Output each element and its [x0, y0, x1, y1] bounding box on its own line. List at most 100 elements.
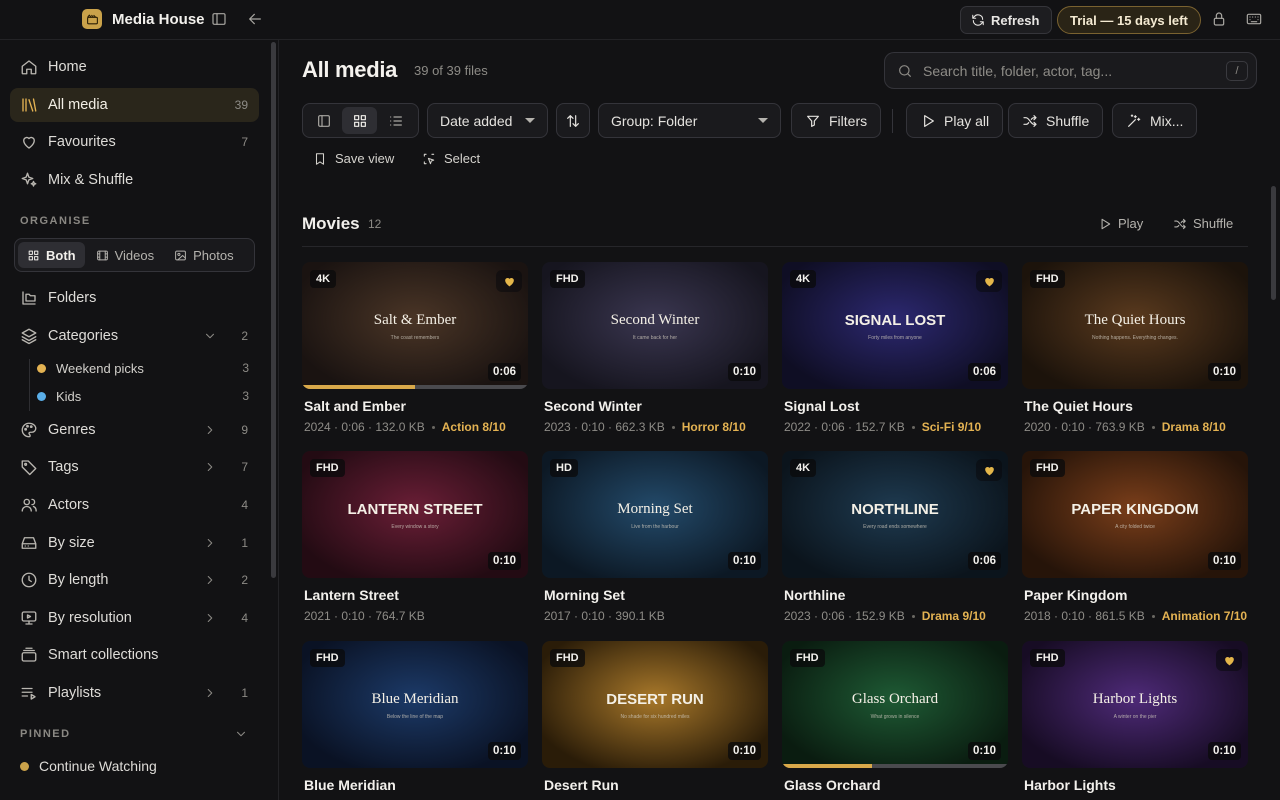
- sidebar-item-by-resolution[interactable]: By resolution 4: [10, 601, 259, 635]
- view-list-button[interactable]: [378, 107, 413, 134]
- group-shuffle-button[interactable]: Shuffle: [1173, 216, 1233, 231]
- media-thumbnail[interactable]: Blue Meridian Below the line of the map FH…: [302, 641, 528, 768]
- palette-icon: [19, 420, 39, 440]
- save-view-button[interactable]: Save view: [313, 151, 394, 166]
- favourite-heart-icon[interactable]: [976, 270, 1002, 292]
- sidebar-scrollbar[interactable]: [271, 42, 276, 578]
- media-title[interactable]: Salt and Ember: [304, 398, 528, 414]
- media-thumbnail[interactable]: DESERT RUN No shade for six hundred miles…: [542, 641, 768, 768]
- keyboard-icon[interactable]: [1246, 11, 1262, 27]
- sidebar-item-smart-collections[interactable]: Smart collections: [10, 638, 259, 672]
- media-card[interactable]: NORTHLINE Every road ends somewhere 4K 0:06…: [782, 451, 1008, 623]
- search-input[interactable]: [923, 62, 1223, 79]
- sort-direction-button[interactable]: [556, 103, 590, 138]
- media-thumbnail[interactable]: Morning Set Live from the harbour HD 0:10: [542, 451, 768, 578]
- sort-select[interactable]: Date added: [427, 103, 548, 138]
- media-card[interactable]: Salt & Ember The coast remembers 4K 0:06 Sal…: [302, 262, 528, 434]
- sidebar-item-actors[interactable]: Actors 4: [10, 488, 259, 522]
- trial-badge-button[interactable]: Trial — 15 days left: [1057, 6, 1201, 34]
- media-card[interactable]: Blue Meridian Below the line of the map FH…: [302, 641, 528, 793]
- pinned-item-continue-watching[interactable]: Continue Watching: [20, 758, 157, 774]
- media-thumbnail[interactable]: Salt & Ember The coast remembers 4K 0:06: [302, 262, 528, 389]
- media-type-videos[interactable]: Videos: [87, 242, 164, 268]
- media-title[interactable]: The Quiet Hours: [1024, 398, 1248, 414]
- media-title[interactable]: Second Winter: [544, 398, 768, 414]
- chevron-right-icon[interactable]: [200, 533, 220, 553]
- category-item-kids[interactable]: Kids 3: [28, 383, 259, 409]
- media-type-both[interactable]: Both: [18, 242, 85, 268]
- media-title[interactable]: Northline: [784, 587, 1008, 603]
- media-card[interactable]: Harbor Lights A winter on the pier FHD 0:10…: [1022, 641, 1248, 793]
- media-title[interactable]: Lantern Street: [304, 587, 528, 603]
- toggle-sidebar-icon[interactable]: [211, 11, 227, 27]
- mix-button[interactable]: Mix...: [1112, 103, 1198, 138]
- media-card[interactable]: LANTERN STREET Every window a story FHD 0:1…: [302, 451, 528, 623]
- group-play-button[interactable]: Play: [1098, 216, 1143, 231]
- sidebar-item-categories[interactable]: Categories 2: [10, 319, 259, 353]
- chevron-down-icon[interactable]: [200, 326, 220, 346]
- sidebar-item-playlists[interactable]: Playlists 1: [10, 676, 259, 710]
- media-card[interactable]: SIGNAL LOST Forty miles from anyone 4K 0:06…: [782, 262, 1008, 434]
- chevron-right-icon[interactable]: [200, 683, 220, 703]
- play-all-button[interactable]: Play all: [906, 103, 1004, 138]
- filters-button[interactable]: Filters: [791, 103, 882, 138]
- media-thumbnail[interactable]: Second Winter It came back for her FHD 0:10: [542, 262, 768, 389]
- shuffle-button[interactable]: Shuffle: [1008, 103, 1104, 138]
- chevron-down-icon[interactable]: [234, 727, 248, 741]
- sidebar-item-genres[interactable]: Genres 9: [10, 413, 259, 447]
- group-divider: [302, 246, 1248, 247]
- media-thumbnail[interactable]: Harbor Lights A winter on the pier FHD 0:10: [1022, 641, 1248, 768]
- media-card[interactable]: Glass Orchard What grows in silence FHD 0:1…: [782, 641, 1008, 793]
- media-card[interactable]: The Quiet Hours Nothing happens. Everythi…: [1022, 262, 1248, 434]
- media-thumbnail[interactable]: The Quiet Hours Nothing happens. Everythi…: [1022, 262, 1248, 389]
- chevron-right-icon[interactable]: [200, 608, 220, 628]
- media-thumbnail[interactable]: Glass Orchard What grows in silence FHD 0:1…: [782, 641, 1008, 768]
- sidebar-item-mix-shuffle[interactable]: Mix & Shuffle: [10, 163, 259, 197]
- media-thumbnail[interactable]: SIGNAL LOST Forty miles from anyone 4K 0:06: [782, 262, 1008, 389]
- group-select[interactable]: Group: Folder: [598, 103, 781, 138]
- chevron-right-icon[interactable]: [200, 420, 220, 440]
- media-title[interactable]: Glass Orchard: [784, 777, 1008, 793]
- media-type-photos[interactable]: Photos: [165, 242, 242, 268]
- sidebar-item-by-length[interactable]: By length 2: [10, 563, 259, 597]
- media-thumbnail[interactable]: NORTHLINE Every road ends somewhere 4K 0:06: [782, 451, 1008, 578]
- category-item-weekend-picks[interactable]: Weekend picks 3: [28, 355, 259, 381]
- brand[interactable]: Media House: [82, 9, 205, 29]
- sidebar-item-label: By length: [48, 572, 109, 588]
- media-title[interactable]: Paper Kingdom: [1024, 587, 1248, 603]
- media-title[interactable]: Desert Run: [544, 777, 768, 793]
- sidebar-item-tags[interactable]: Tags 7: [10, 450, 259, 484]
- sidebar-item-favourites[interactable]: Favourites 7: [10, 125, 259, 159]
- lock-icon[interactable]: [1211, 11, 1227, 27]
- back-arrow-icon[interactable]: [247, 11, 263, 27]
- group-shuffle-label: Shuffle: [1193, 216, 1234, 231]
- resolution-badge: 4K: [310, 270, 337, 288]
- select-button[interactable]: Select: [422, 151, 480, 166]
- view-grid-button[interactable]: [342, 107, 377, 134]
- search-box[interactable]: /: [884, 52, 1257, 89]
- favourite-heart-icon[interactable]: [496, 270, 522, 292]
- view-large-button[interactable]: [306, 107, 341, 134]
- media-title[interactable]: Blue Meridian: [304, 777, 528, 793]
- chevron-right-icon[interactable]: [200, 570, 220, 590]
- favourite-heart-icon[interactable]: [976, 459, 1002, 481]
- media-title[interactable]: Morning Set: [544, 587, 768, 603]
- media-info: 2021 · 0:10 · 764.7 KB: [304, 609, 425, 623]
- sidebar-item-by-size[interactable]: By size 1: [10, 526, 259, 560]
- media-thumbnail[interactable]: LANTERN STREET Every window a story FHD 0:1…: [302, 451, 528, 578]
- media-title[interactable]: Signal Lost: [784, 398, 1008, 414]
- favourite-heart-icon[interactable]: [1216, 649, 1242, 671]
- media-type-both-label: Both: [46, 247, 76, 263]
- media-title[interactable]: Harbor Lights: [1024, 777, 1248, 793]
- media-thumbnail[interactable]: PAPER KINGDOM A city folded twice FHD 0:10: [1022, 451, 1248, 578]
- sidebar-item-folders[interactable]: Folders: [10, 281, 259, 315]
- media-card[interactable]: DESERT RUN No shade for six hundred miles…: [542, 641, 768, 793]
- main-scrollbar[interactable]: [1271, 186, 1276, 300]
- sidebar-item-home[interactable]: Home: [10, 50, 259, 84]
- sidebar-item-all-media[interactable]: All media 39: [10, 88, 259, 122]
- chevron-right-icon[interactable]: [200, 457, 220, 477]
- refresh-button[interactable]: Refresh: [960, 6, 1053, 34]
- media-card[interactable]: PAPER KINGDOM A city folded twice FHD 0:10 P…: [1022, 451, 1248, 623]
- media-card[interactable]: Second Winter It came back for her FHD 0:10…: [542, 262, 768, 434]
- media-card[interactable]: Morning Set Live from the harbour HD 0:10 Mo…: [542, 451, 768, 623]
